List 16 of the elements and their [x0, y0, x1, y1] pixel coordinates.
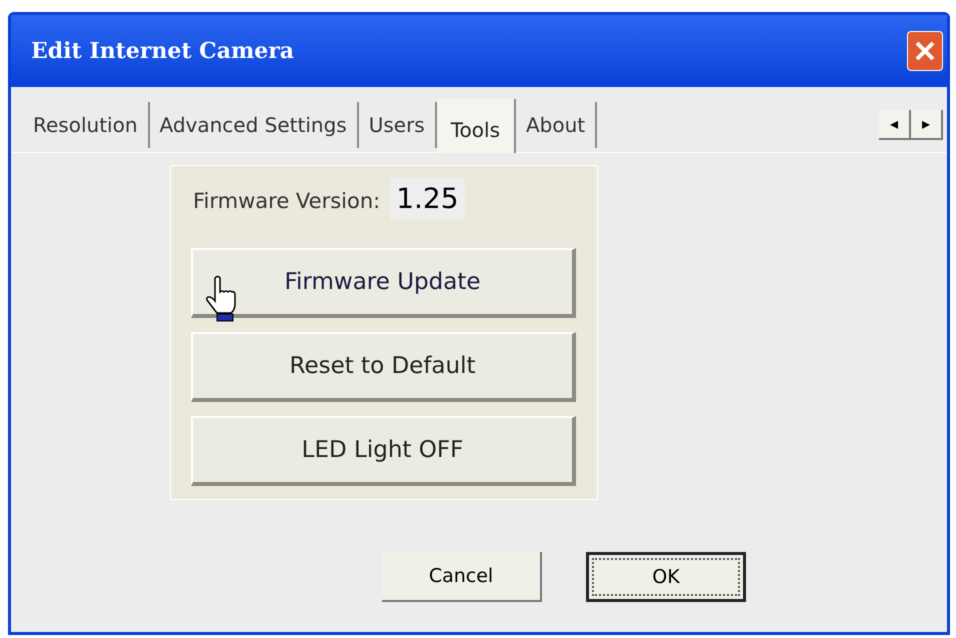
dialog-button[interactable]: OK: [586, 552, 746, 602]
firmware-label: Firmware Version:: [193, 188, 380, 215]
firmware-value: 1.25: [390, 178, 465, 220]
window-title: Edit Internet Camera: [31, 36, 294, 66]
tool-button[interactable]: Firmware Update: [191, 248, 576, 318]
tool-button[interactable]: LED Light OFF: [191, 416, 576, 486]
tab[interactable]: Resolution: [23, 102, 150, 148]
tool-button[interactable]: Reset to Default: [191, 332, 576, 402]
tab[interactable]: Tools: [436, 99, 516, 153]
tab[interactable]: About: [516, 102, 598, 148]
close-button[interactable]: [907, 31, 943, 71]
tab-scroll-button[interactable]: ◂: [879, 110, 911, 140]
close-icon: [914, 40, 936, 62]
tab-scroll-button[interactable]: ▸: [911, 110, 943, 140]
dialog-button[interactable]: Cancel: [382, 552, 542, 602]
tab[interactable]: Advanced Settings: [150, 102, 359, 148]
